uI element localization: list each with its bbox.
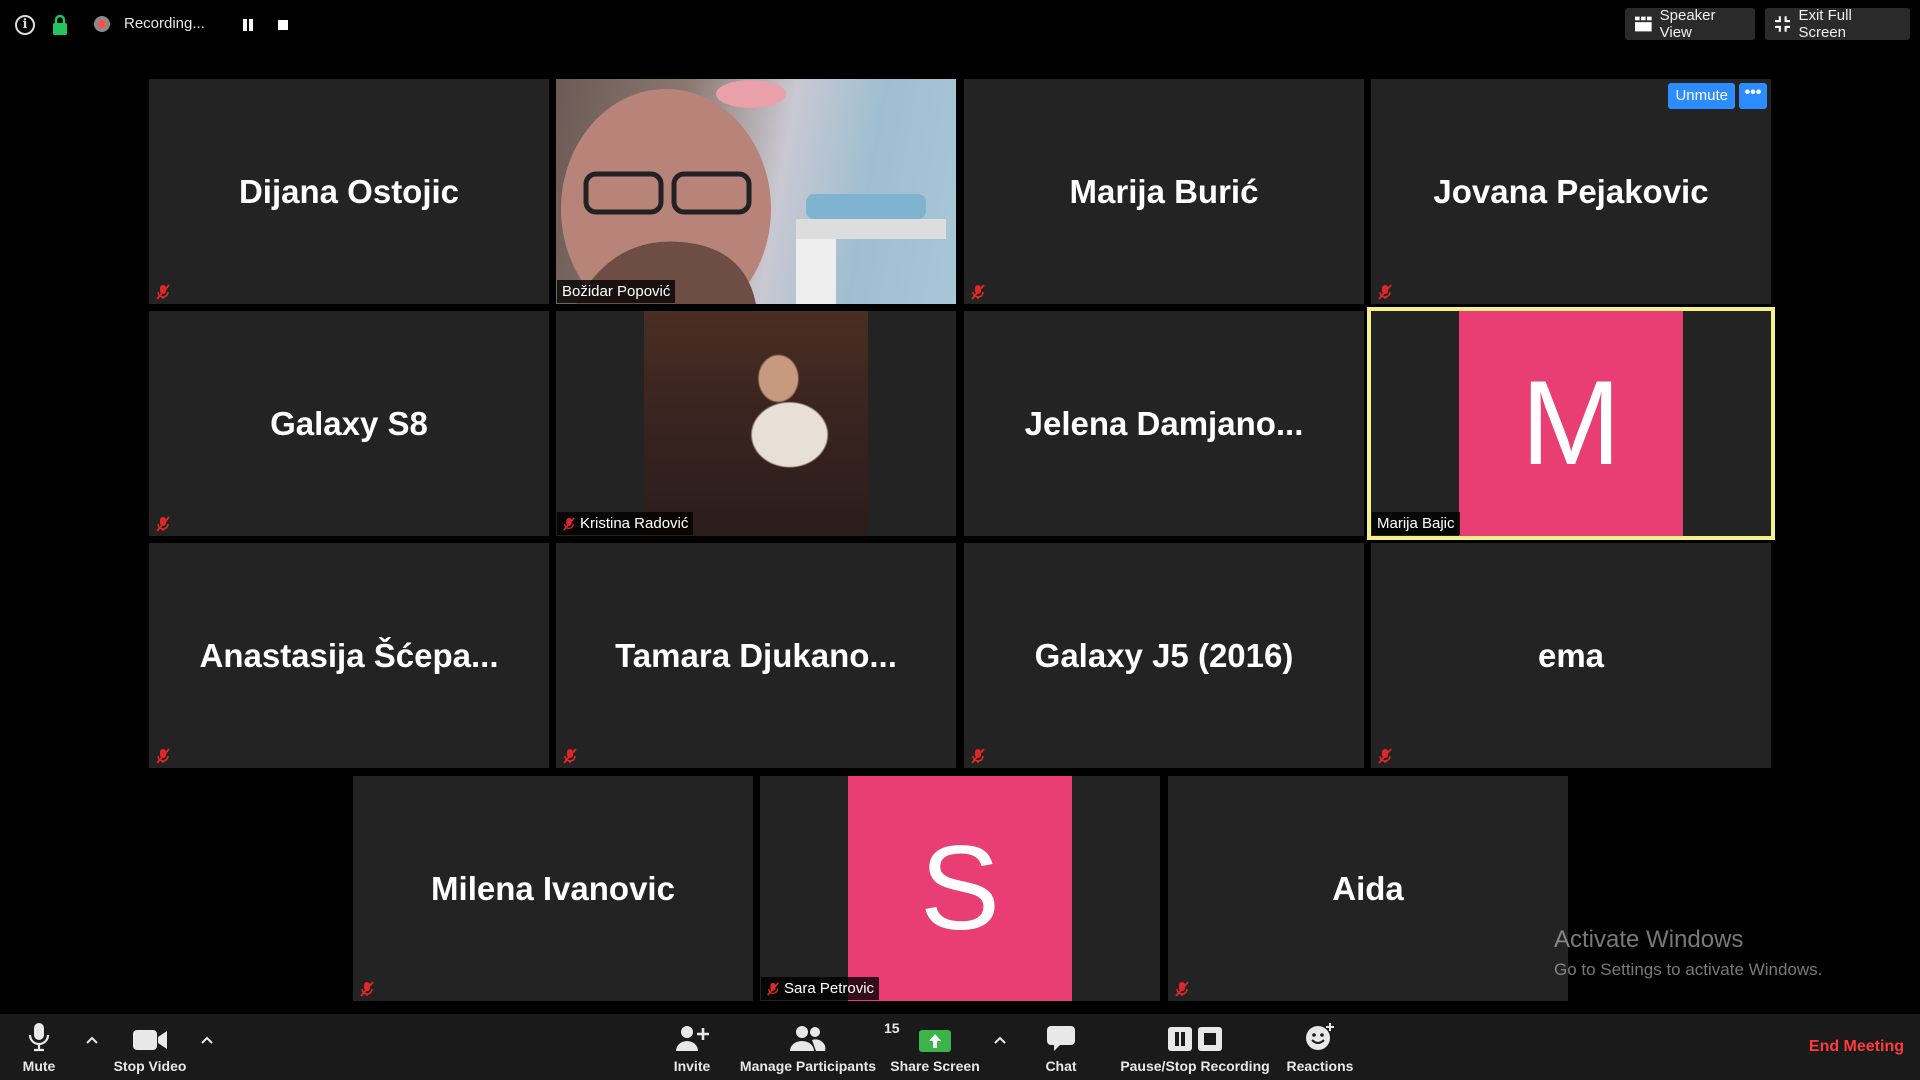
participant-display-name: Milena Ivanovic [431, 869, 675, 907]
participant-name: Sara Petrovic [784, 980, 875, 997]
participant-display-name: Jelena Damjano... [1024, 404, 1304, 442]
chat-button[interactable]: Chat [1040, 1014, 1082, 1080]
exit-fullscreen-label: Exit Full Screen [1798, 7, 1852, 41]
reactions-button[interactable]: Reactions [1286, 1014, 1354, 1080]
chevron-up-icon[interactable] [994, 1034, 1006, 1046]
share-screen-icon [919, 1030, 951, 1052]
participant-tile[interactable]: Galaxy S8 [149, 311, 549, 536]
participant-display-name: Dijana Ostojic [238, 172, 460, 210]
participant-display-name: Galaxy J5 (2016) [1034, 636, 1294, 674]
pause-stop-recording-label: Pause/Stop Recording [1120, 1058, 1270, 1074]
reactions-label: Reactions [1286, 1058, 1354, 1074]
participant-display-name: Marija Burić [1069, 172, 1259, 210]
participant-display-name: Anastasija Šćepa... [199, 636, 499, 674]
add-user-icon [676, 1026, 709, 1051]
mic-muted-icon [563, 516, 575, 531]
participant-display-name: ema [1537, 636, 1605, 674]
info-icon[interactable]: i [15, 15, 35, 35]
windows-activation-title: Activate Windows [1554, 926, 1744, 953]
active-speaker-highlight [1367, 307, 1775, 540]
speaker-view-icon [1635, 16, 1652, 32]
participant-name-tag: Božidar Popović [557, 280, 676, 303]
video-camera-icon [133, 1030, 167, 1050]
mute-button[interactable]: Mute [14, 1014, 64, 1080]
mic-muted-icon [156, 748, 170, 764]
participant-display-name: Galaxy S8 [270, 404, 428, 442]
participant-tile[interactable]: Marija Burić [964, 79, 1364, 304]
mic-muted-icon [971, 284, 985, 300]
manage-participants-label: Manage Participants [739, 1058, 877, 1074]
mic-muted-icon [563, 748, 577, 764]
windows-activation-subtitle: Go to Settings to activate Windows. [1554, 960, 1823, 979]
exit-fullscreen-button[interactable]: Exit Full Screen [1765, 7, 1910, 41]
exit-fullscreen-icon [1775, 16, 1791, 32]
participant-video [556, 79, 956, 304]
unmute-button[interactable]: Unmute [1668, 83, 1735, 109]
share-screen-button[interactable]: Share Screen [890, 1014, 980, 1080]
pause-stop-recording-icon [1168, 1027, 1222, 1051]
participant-name-tag: Sara Petrovic [761, 977, 880, 1000]
participant-tile[interactable]: Aida [1168, 776, 1568, 1001]
end-meeting-button[interactable]: End Meeting [1809, 1038, 1904, 1056]
mic-muted-icon [971, 748, 985, 764]
lock-icon[interactable] [52, 14, 68, 36]
participants-icon [790, 1026, 826, 1051]
mic-muted-icon [1175, 981, 1189, 997]
microphone-icon [28, 1023, 50, 1052]
chevron-up-icon[interactable] [86, 1034, 98, 1046]
participant-avatar: S [848, 776, 1072, 1001]
video-scene [561, 80, 946, 304]
participant-tile[interactable]: Anastasija Šćepa... [149, 543, 549, 768]
mic-muted-icon [360, 981, 374, 997]
pause-stop-recording-button[interactable]: Pause/Stop Recording [1120, 1014, 1270, 1080]
participant-display-name: Jovana Pejakovic [1433, 172, 1709, 210]
chevron-up-icon[interactable] [201, 1034, 213, 1046]
participant-tile[interactable]: Jelena Damjano... [964, 311, 1364, 536]
speaker-view-label: Speaker View [1659, 7, 1716, 41]
participant-name-tag: Kristina Radović [557, 512, 694, 535]
chat-label: Chat [1045, 1058, 1077, 1074]
participant-tile[interactable]: Dijana Ostojic [149, 79, 549, 304]
participant-display-name: Aida [1332, 869, 1404, 907]
mic-muted-icon [767, 981, 779, 996]
participant-display-name: Tamara Djukano... [615, 636, 897, 674]
participant-tile[interactable]: Milena Ivanovic [353, 776, 753, 1001]
top-bar: i Recording... Speaker View Exit Full Sc… [0, 0, 1920, 50]
mic-muted-icon [1378, 284, 1392, 300]
stop-recording-icon[interactable] [278, 20, 288, 30]
mic-muted-icon [156, 284, 170, 300]
recording-indicator-icon [94, 16, 110, 32]
recording-status: Recording... [124, 15, 205, 32]
mute-label: Mute [22, 1058, 56, 1074]
speaker-view-button[interactable]: Speaker View [1625, 7, 1755, 41]
participant-tile[interactable]: S Sara Petrovic [760, 776, 1160, 1001]
participant-tile[interactable]: Tamara Djukano... [556, 543, 956, 768]
participant-tile[interactable]: ema [1371, 543, 1771, 768]
pause-recording-icon[interactable] [242, 19, 254, 31]
participant-name: Božidar Popović [562, 283, 671, 300]
participant-tile[interactable]: Jovana Pejakovic Unmute ••• [1371, 79, 1771, 304]
participant-video [644, 311, 868, 536]
smiley-add-icon [1306, 1023, 1334, 1050]
participant-tile[interactable]: Kristina Radović [556, 311, 956, 536]
manage-participants-button[interactable]: 15 Manage Participants [736, 1014, 900, 1080]
invite-button[interactable]: Invite [668, 1014, 716, 1080]
participant-name: Kristina Radović [580, 515, 689, 532]
stop-video-label: Stop Video [113, 1058, 187, 1074]
mic-muted-icon [1378, 748, 1392, 764]
more-options-button[interactable]: ••• [1739, 83, 1767, 109]
share-screen-label: Share Screen [890, 1058, 980, 1074]
participant-tile[interactable]: Galaxy J5 (2016) [964, 543, 1364, 768]
participant-tile[interactable]: Božidar Popović [556, 79, 956, 304]
mic-muted-icon [156, 516, 170, 532]
chat-bubble-icon [1047, 1026, 1075, 1051]
invite-label: Invite [673, 1058, 711, 1074]
meeting-toolbar: Mute Stop Video Invite 15 Manage Partici… [0, 1014, 1920, 1080]
stop-video-button[interactable]: Stop Video [108, 1014, 192, 1080]
